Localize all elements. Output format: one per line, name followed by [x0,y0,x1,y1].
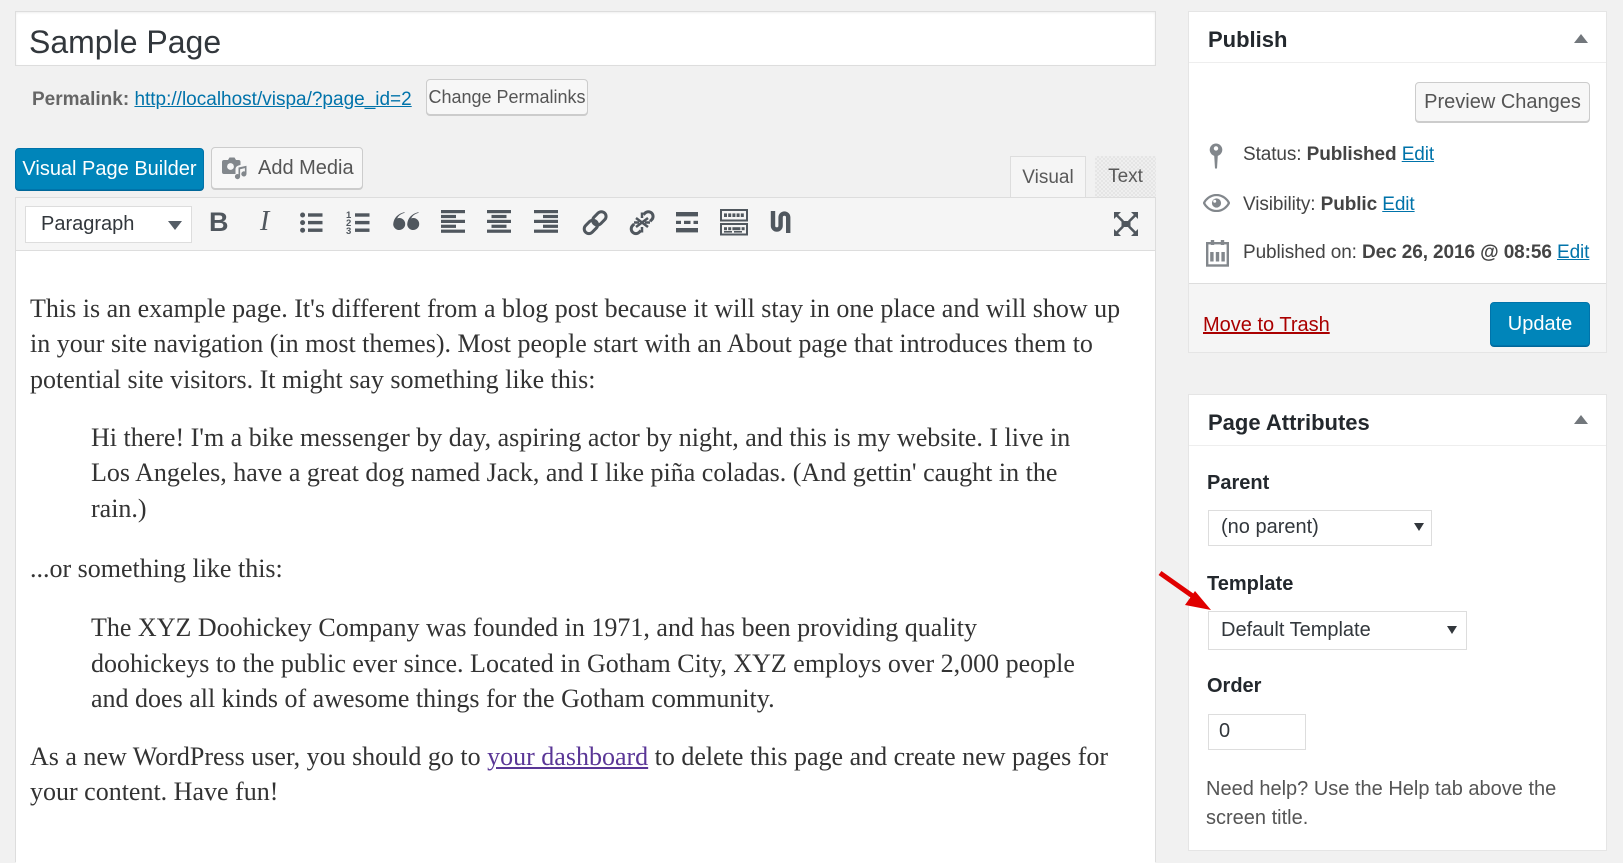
svg-text:3: 3 [346,226,351,234]
